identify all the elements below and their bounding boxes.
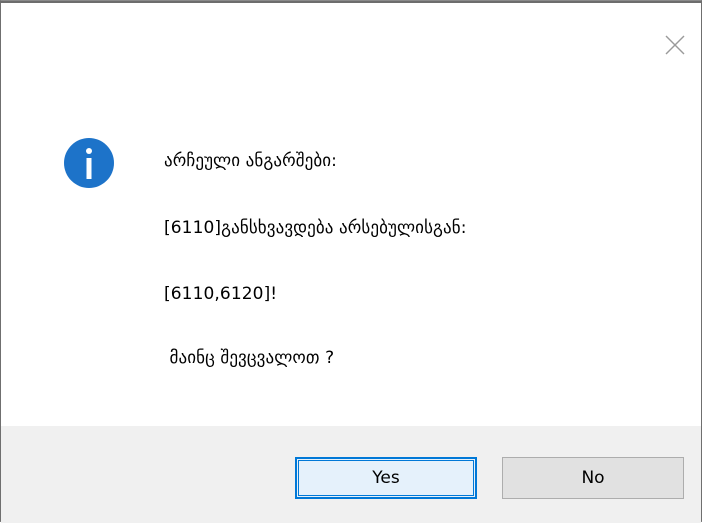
message-line-3: [6110,6120]! [164, 284, 278, 304]
title-bar-edge [1, 1, 701, 3]
close-button[interactable] [657, 27, 693, 63]
message-dialog: არჩეული ანგარშები: [6110]განსხვავდება არ… [0, 0, 702, 523]
message-line-2: [6110]განსხვავდება არსებულისგან: [164, 218, 467, 238]
focus-ring [298, 460, 474, 496]
close-icon [665, 35, 685, 55]
no-button[interactable]: No [502, 457, 684, 499]
info-icon [64, 138, 114, 188]
message-line-4: მაინც შევცვალოთ ? [164, 348, 335, 368]
no-button-label: No [581, 468, 605, 488]
yes-button[interactable]: Yes [295, 457, 477, 499]
message-line-1: არჩეული ანგარშები: [164, 151, 337, 171]
